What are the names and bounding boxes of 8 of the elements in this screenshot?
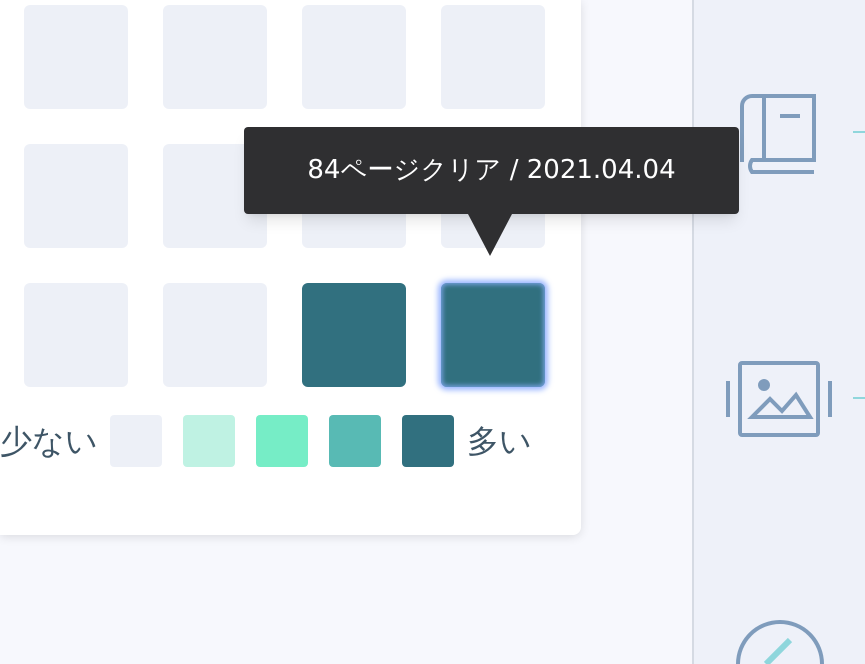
legend-low-label: 少ない (0, 425, 98, 457)
tooltip-arrow (468, 214, 512, 256)
image-icon[interactable] (726, 361, 832, 437)
book-icon[interactable] (740, 94, 818, 174)
legend-high-label: 多い (467, 425, 532, 457)
pencil-circle-icon[interactable] (736, 618, 824, 664)
heatmap-cell[interactable] (441, 283, 545, 387)
heatmap-cell[interactable] (302, 283, 406, 387)
